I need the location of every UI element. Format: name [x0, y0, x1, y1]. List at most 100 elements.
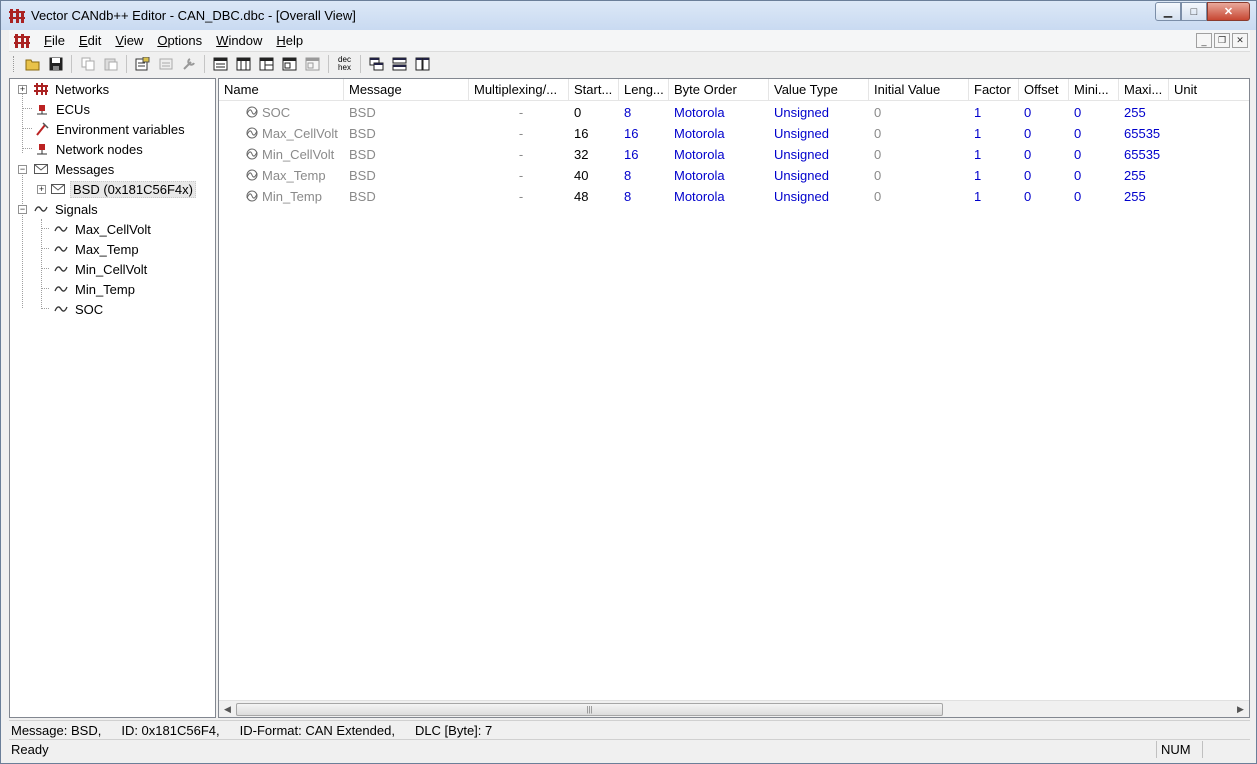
tree-item-bsd-message[interactable]: + BSD (0x181C56F4x)	[37, 179, 196, 199]
dec-hex-toggle-button[interactable]: dec hex	[334, 54, 355, 74]
view-columns-button[interactable]	[233, 54, 254, 74]
cell-initial-value: 0	[874, 189, 882, 204]
tools-button[interactable]	[178, 54, 199, 74]
menu-edit-rest: dit	[87, 33, 102, 48]
maximize-button[interactable]: □	[1181, 2, 1207, 21]
menu-options[interactable]: Options	[150, 33, 209, 48]
menu-window[interactable]: Window	[209, 33, 269, 48]
paste-button[interactable]	[100, 54, 121, 74]
column-header-startbit[interactable]: Start...	[569, 79, 619, 101]
attribute-button[interactable]	[155, 54, 176, 74]
table-row[interactable]: Min_Temp BSD - 48 8 Motorola Unsigned 0 …	[219, 186, 1249, 207]
tree-connector	[41, 248, 49, 249]
menu-window-rest: indow	[228, 33, 263, 48]
tree-item-signal-max-temp[interactable]: Max_Temp	[53, 239, 141, 259]
collapse-minus-icon[interactable]: −	[18, 204, 27, 214]
mdi-minimize-button[interactable]: _	[1196, 33, 1212, 48]
menu-view[interactable]: View	[108, 33, 150, 48]
view-window-button[interactable]	[302, 54, 323, 74]
column-header-offset[interactable]: Offset	[1019, 79, 1069, 101]
cell-value-type: Unsigned	[774, 147, 829, 162]
document-system-icon[interactable]	[14, 33, 34, 49]
table-row[interactable]: SOC BSD - 0 8 Motorola Unsigned 0 1 0 0 …	[219, 102, 1249, 123]
tree-connector	[41, 268, 49, 269]
cell-value-type: Unsigned	[774, 168, 829, 183]
tree-item-networks[interactable]: + Networks	[18, 79, 111, 99]
menu-bar: File Edit View Options Window Help _ ❐ ✕	[9, 30, 1250, 52]
tree-item-environment-variables[interactable]: Environment variables	[34, 119, 187, 139]
toolbar-grip[interactable]	[13, 56, 16, 72]
table-row[interactable]: Max_CellVolt BSD - 16 16 Motorola Unsign…	[219, 123, 1249, 144]
cell-maximum: 255	[1124, 189, 1146, 204]
tile-vertical-button[interactable]	[412, 54, 433, 74]
cell-offset: 0	[1024, 105, 1032, 120]
cell-minimum: 0	[1074, 189, 1082, 204]
column-header-length[interactable]: Leng...	[619, 79, 669, 101]
column-header-multiplexing[interactable]: Multiplexing/...	[469, 79, 569, 101]
menu-edit[interactable]: Edit	[72, 33, 108, 48]
tree-item-signal-soc[interactable]: SOC	[53, 299, 105, 319]
column-header-byte-order[interactable]: Byte Order	[669, 79, 769, 101]
restore-icon: ❐	[1217, 35, 1227, 45]
expand-plus-icon[interactable]: +	[37, 184, 46, 194]
open-button[interactable]	[22, 54, 43, 74]
column-header-value-type[interactable]: Value Type	[769, 79, 869, 101]
message-icon	[33, 162, 49, 176]
collapse-minus-icon[interactable]: −	[18, 164, 27, 174]
cell-value-type: Unsigned	[774, 126, 829, 141]
cell-length: 8	[624, 189, 632, 204]
tree-item-network-nodes[interactable]: Network nodes	[34, 139, 145, 159]
signals-grid[interactable]: Name Message Multiplexing/... Start... L…	[218, 78, 1250, 718]
open-folder-icon	[25, 59, 39, 71]
mdi-close-button[interactable]: ✕	[1232, 33, 1248, 48]
horizontal-scrollbar[interactable]: ◀ ||| ▶	[219, 700, 1249, 717]
view-details-button[interactable]	[256, 54, 277, 74]
expand-plus-icon[interactable]: +	[18, 84, 27, 94]
cell-minimum: 0	[1074, 147, 1082, 162]
tree-item-signal-max-cellvolt[interactable]: Max_CellVolt	[53, 219, 153, 239]
menu-help[interactable]: Help	[269, 33, 310, 48]
minimize-button[interactable]: ▁	[1155, 2, 1181, 21]
column-header-factor[interactable]: Factor	[969, 79, 1019, 101]
close-button[interactable]: ✕	[1207, 2, 1250, 21]
dec-hex-icon: dec hex	[338, 56, 351, 72]
tree-item-messages[interactable]: − Messages	[18, 159, 116, 179]
menu-file[interactable]: File	[37, 33, 72, 48]
tree-item-signals[interactable]: − Signals	[18, 199, 100, 219]
tile-horizontal-button[interactable]	[389, 54, 410, 74]
table-row[interactable]: Min_CellVolt BSD - 32 16 Motorola Unsign…	[219, 144, 1249, 165]
cell-initial-value: 0	[874, 105, 882, 120]
scrollbar-thumb[interactable]: |||	[236, 703, 943, 716]
scroll-right-button[interactable]: ▶	[1232, 701, 1249, 717]
tree-item-signal-min-cellvolt[interactable]: Min_CellVolt	[53, 259, 149, 279]
column-header-message[interactable]: Message	[344, 79, 469, 101]
scroll-left-button[interactable]: ◀	[219, 701, 236, 717]
view-list-button[interactable]	[210, 54, 231, 74]
column-header-initial-value[interactable]: Initial Value	[869, 79, 969, 101]
object-tree[interactable]: + Networks ECUs Environment variables Ne…	[9, 78, 216, 718]
tree-item-signal-min-temp[interactable]: Min_Temp	[53, 279, 137, 299]
attribute-icon	[159, 58, 172, 70]
column-header-name[interactable]: Name	[219, 79, 344, 101]
cascade-button[interactable]	[366, 54, 387, 74]
tree-item-ecus[interactable]: ECUs	[34, 99, 92, 119]
mdi-restore-button[interactable]: ❐	[1214, 33, 1230, 48]
toolbar-separator	[328, 55, 329, 73]
cell-message: BSD	[349, 105, 376, 120]
cell-name: Max_CellVolt	[239, 123, 344, 144]
cell-multiplexing: -	[518, 105, 524, 120]
column-header-unit[interactable]: Unit	[1169, 79, 1249, 101]
cell-maximum: 255	[1124, 168, 1146, 183]
tree-connector	[22, 93, 23, 153]
cell-unit	[1169, 165, 1249, 186]
cell-factor: 1	[974, 168, 982, 183]
maximize-icon: □	[1190, 5, 1198, 18]
properties-button[interactable]	[132, 54, 153, 74]
save-button[interactable]	[45, 54, 66, 74]
copy-button[interactable]	[77, 54, 98, 74]
cell-name: Min_Temp	[239, 186, 344, 207]
table-row[interactable]: Max_Temp BSD - 40 8 Motorola Unsigned 0 …	[219, 165, 1249, 186]
column-header-minimum[interactable]: Mini...	[1069, 79, 1119, 101]
view-split-button[interactable]	[279, 54, 300, 74]
column-header-maximum[interactable]: Maxi...	[1119, 79, 1169, 101]
